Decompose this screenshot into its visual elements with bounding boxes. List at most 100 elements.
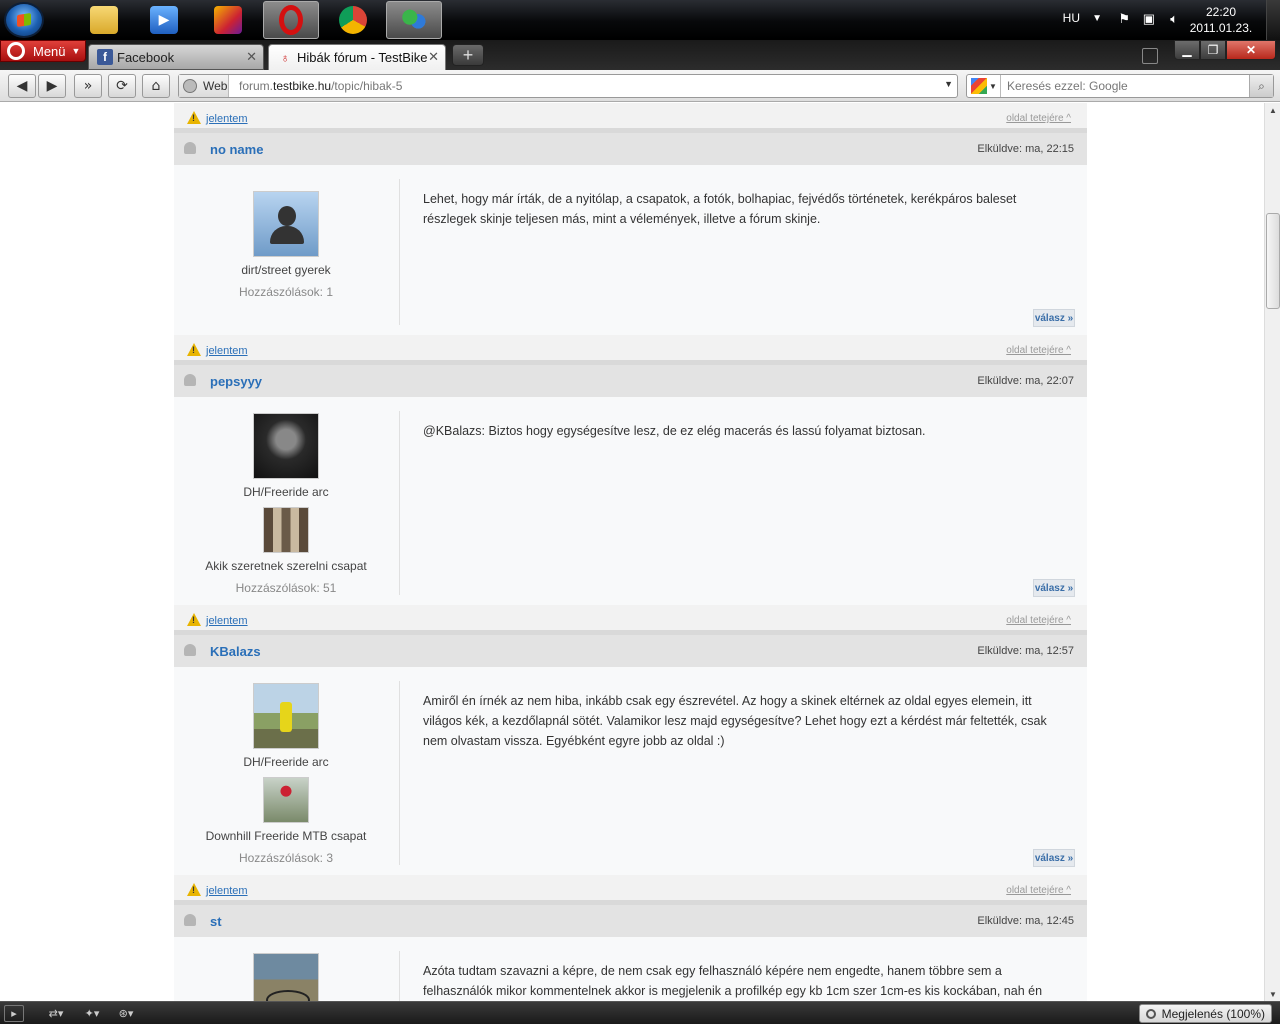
taskbar-opera[interactable]	[263, 1, 319, 39]
language-indicator[interactable]: HU	[1063, 11, 1080, 25]
fast-forward-button[interactable]: »	[74, 74, 102, 98]
minimize-button[interactable]: ▁	[1174, 40, 1200, 60]
clock-date: 2011.01.23.	[1189, 21, 1253, 35]
zoom-control[interactable]: Megjelenés (100%)	[1138, 1004, 1272, 1023]
search-engine-selector[interactable]: ▼	[967, 75, 1001, 97]
folder-icon	[90, 6, 118, 34]
site-info-badge[interactable]: Web	[179, 75, 229, 97]
reply-button[interactable]: válasz »	[1033, 579, 1075, 597]
forward-button[interactable]: ▶	[38, 74, 66, 98]
media-player-icon: ▶	[150, 6, 178, 34]
warning-icon	[187, 343, 201, 356]
game-icon	[214, 6, 242, 34]
post-date: Elküldve: ma, 12:45	[977, 915, 1074, 927]
volume-icon[interactable]: 🔈︎	[1170, 11, 1178, 27]
url-text: forum.testbike.hu/topic/hibak-5	[229, 79, 402, 93]
taskbar-explorer[interactable]	[76, 1, 132, 39]
back-to-top-link[interactable]: oldal tetejére ^	[1006, 345, 1071, 356]
unite-icon[interactable]: ⊛▾	[112, 1005, 140, 1022]
author-profile	[174, 951, 398, 1001]
clock-time: 22:20	[1205, 5, 1237, 19]
reply-button[interactable]: válasz »	[1033, 309, 1075, 327]
messenger-icon	[400, 6, 428, 34]
post-body: DH/Freeride arc Akik szeretnek szerelni …	[174, 397, 1087, 605]
column-divider	[399, 951, 400, 1001]
back-to-top-link[interactable]: oldal tetejére ^	[1006, 113, 1071, 124]
tab-label: Hibák fórum - TestBike	[297, 50, 428, 65]
team-image[interactable]	[263, 507, 309, 553]
system-clock[interactable]: 22:20 2011.01.23.	[1186, 4, 1256, 36]
back-button[interactable]: ◀	[8, 74, 36, 98]
new-tab-button[interactable]: +	[452, 44, 484, 66]
search-field[interactable]: ▼ Keresés ezzel: Google ⌕	[966, 74, 1274, 98]
post-author[interactable]: st	[210, 914, 222, 929]
avatar[interactable]	[253, 683, 319, 749]
tab-facebook[interactable]: f Facebook ✕	[88, 44, 264, 70]
zoom-icon	[1145, 1008, 1156, 1019]
report-link[interactable]: jelentem	[206, 345, 248, 357]
url-domain: testbike.hu	[273, 79, 332, 93]
close-tab-icon[interactable]: ✕	[428, 49, 439, 65]
team-image[interactable]	[263, 777, 309, 823]
search-icon[interactable]: ⌕	[1249, 75, 1273, 97]
avatar[interactable]	[253, 191, 319, 257]
close-tab-icon[interactable]: ✕	[246, 49, 257, 65]
closed-tabs-trash-icon[interactable]	[1142, 48, 1158, 64]
taskbar-chrome[interactable]	[325, 1, 381, 39]
address-field[interactable]: Web forum.testbike.hu/topic/hibak-5 ▼	[178, 74, 958, 98]
action-center-flag-icon[interactable]: ⚑	[1118, 11, 1130, 27]
avatar[interactable]	[253, 413, 319, 479]
post-date: Elküldve: ma, 22:07	[977, 375, 1074, 387]
reply-button[interactable]: válasz »	[1033, 849, 1075, 867]
globe-icon	[183, 79, 197, 93]
facebook-favicon-icon: f	[97, 49, 113, 65]
taskbar-media-player[interactable]: ▶	[136, 1, 192, 39]
post-body: dirt/street gyerek Hozzászólások: 1 Lehe…	[174, 165, 1087, 335]
show-desktop-button[interactable]	[1266, 0, 1280, 40]
panel-toggle-icon[interactable]: ▸	[4, 1005, 24, 1022]
author-profile: DH/Freeride arc Downhill Freeride MTB cs…	[174, 681, 398, 865]
scroll-down-icon[interactable]: ▼	[1265, 987, 1280, 1001]
author-post-count: Hozzászólások: 51	[235, 581, 337, 595]
reload-button[interactable]: ⟳	[108, 74, 136, 98]
author-profile: dirt/street gyerek Hozzászólások: 1	[174, 179, 398, 299]
scroll-up-icon[interactable]: ▲	[1265, 103, 1280, 117]
author-post-count: Hozzászólások: 3	[238, 851, 334, 865]
scroll-thumb[interactable]	[1266, 213, 1280, 309]
url-history-dropdown-icon[interactable]: ▼	[944, 79, 953, 89]
page-scrollbar[interactable]: ▲ ▼	[1264, 103, 1280, 1001]
avatar[interactable]	[253, 953, 319, 1001]
warning-icon	[187, 883, 201, 896]
post-author[interactable]: pepsyyy	[210, 374, 262, 389]
report-link[interactable]: jelentem	[206, 885, 248, 897]
address-toolbar: ◀ ▶ » ⟳ ⌂ Web forum.testbike.hu/topic/hi…	[0, 70, 1280, 102]
post-author[interactable]: KBalazs	[210, 644, 261, 659]
network-icon[interactable]: ▣	[1143, 11, 1155, 27]
post-footer: jelentem oldal tetejére ^	[174, 335, 1087, 365]
windows-taskbar: ▶ HU ▼ ⚑ ▣ 🔈︎ 22:20 2011.01.23.	[0, 0, 1280, 40]
report-link[interactable]: jelentem	[206, 113, 248, 125]
taskbar-game[interactable]	[200, 1, 256, 39]
back-to-top-link[interactable]: oldal tetejére ^	[1006, 615, 1071, 626]
author-team[interactable]: Akik szeretnek szerelni csapat	[174, 559, 398, 573]
tray-expand-icon[interactable]: ▼	[1092, 13, 1102, 24]
opera-menu-button[interactable]: Menü ▼	[0, 40, 86, 62]
maximize-button[interactable]: ❐	[1200, 40, 1226, 60]
report-link[interactable]: jelentem	[206, 615, 248, 627]
taskbar-messenger[interactable]	[386, 1, 442, 39]
post-footer: jelentem oldal tetejére ^	[174, 605, 1087, 635]
window-close-button[interactable]: ✕	[1226, 40, 1276, 60]
post-text: Amiről én írnék az nem hiba, inkább csak…	[423, 694, 1047, 748]
start-button[interactable]	[4, 2, 44, 38]
home-button[interactable]: ⌂	[142, 74, 170, 98]
back-to-top-link[interactable]: oldal tetejére ^	[1006, 885, 1071, 896]
zoom-label: Megjelenés (100%)	[1161, 1006, 1265, 1021]
sync-icon[interactable]: ⇄▾	[42, 1005, 70, 1022]
author-team[interactable]: Downhill Freeride MTB csapat	[174, 829, 398, 843]
post-author[interactable]: no name	[210, 142, 263, 157]
author-rank: DH/Freeride arc	[243, 755, 329, 769]
post-text: @KBalazs: Biztos hogy egységesítve lesz,…	[423, 424, 926, 438]
page-viewport: jelentem oldal tetejére ^ no name Elküld…	[0, 103, 1264, 1001]
turbo-icon[interactable]: ✦▾	[78, 1005, 106, 1022]
tab-hibak-forum[interactable]: ♁ Hibák fórum - TestBike ✕	[268, 44, 446, 70]
